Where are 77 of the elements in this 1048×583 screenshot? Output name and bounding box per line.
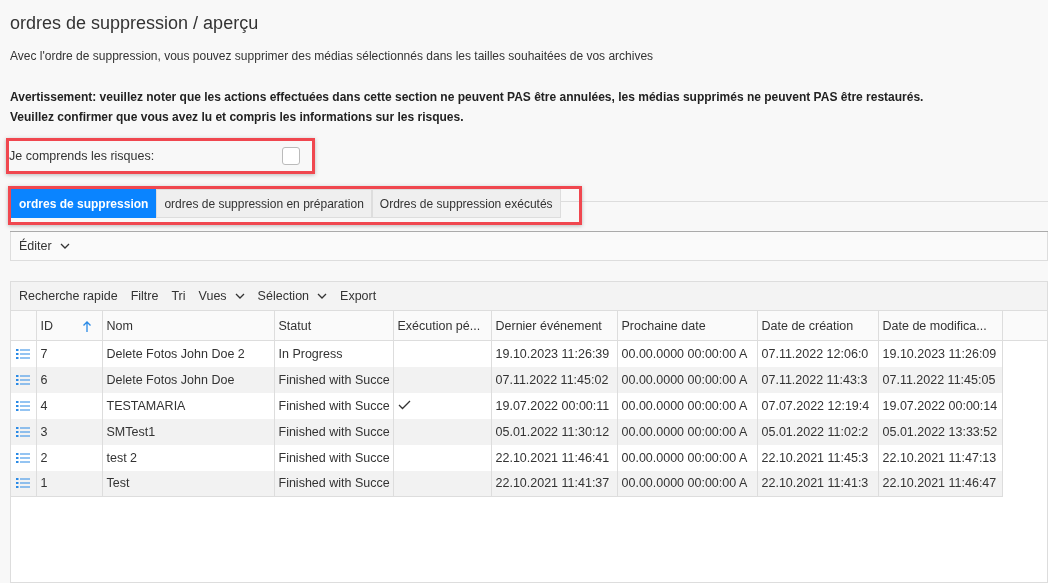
table-cell: 07.11.2022 11:45:02 (491, 366, 617, 393)
toolbar-button[interactable]: Export (334, 287, 383, 305)
tab[interactable]: Ordres de suppression exécutés (371, 189, 561, 218)
dropdown-button[interactable]: Sélection (251, 287, 334, 305)
table-cell: Finished with Succe (274, 392, 393, 419)
table-cell: Finished with Succe (274, 418, 393, 445)
list-icon (16, 347, 30, 360)
caret-icon (234, 293, 245, 299)
column-header[interactable]: Date de modifica... (878, 311, 1002, 341)
toolbar-button[interactable]: Recherche rapide (13, 287, 124, 305)
tab[interactable]: ordres de suppression (11, 189, 157, 218)
table-cell: 2 (36, 444, 102, 471)
edit-menu-button[interactable]: Éditer (13, 237, 76, 255)
warning-text: Veuillez confirmer que vous avez lu et compris les informations sur les risques. (10, 110, 465, 124)
list-icon (16, 451, 30, 464)
table-cell: Finished with Succe (274, 470, 393, 497)
table-cell: 05.01.2022 11:02:2 (757, 418, 878, 445)
toolbar-button[interactable]: Filtre (124, 287, 165, 305)
table-cell: 07.11.2022 12:06:0 (757, 340, 878, 367)
table-cell: 00.00.0000 00:00:00 A (617, 470, 757, 497)
table-cell: 05.01.2022 11:30:12 (491, 418, 617, 445)
table-cell: Finished with Succe (274, 444, 393, 471)
column-header[interactable]: Statut (274, 311, 393, 341)
page-title: ordres de suppression / aperçu (10, 13, 260, 34)
column-header[interactable]: Dernier événement (491, 311, 617, 341)
table-cell: test 2 (102, 444, 274, 471)
sort-arrow-icon (81, 320, 92, 333)
checkmark-icon (397, 399, 411, 410)
list-icon (16, 399, 30, 412)
column-header[interactable]: Date de création (757, 311, 878, 341)
table-cell: 00.00.0000 00:00:00 A (617, 418, 757, 445)
description-text: Avec l'ordre de suppression, vous pouvez supprimer des médias sélectionnés dans les tailles souhaitées de vos archives (10, 49, 655, 63)
table-cell: 00.00.0000 00:00:00 A (617, 340, 757, 367)
table-cell: In Progress (274, 340, 393, 367)
table-cell: 19.07.2022 00:00:14 (878, 392, 1002, 419)
caret-icon (317, 293, 328, 299)
table-cell: Finished with Succe (274, 366, 393, 393)
table-cell: 22.10.2021 11:46:47 (878, 470, 1002, 497)
list-icon (16, 425, 30, 438)
table-cell: 22.10.2021 11:41:3 (757, 470, 878, 497)
table-cell: 3 (36, 418, 102, 445)
dropdown-button[interactable]: Vues (192, 287, 251, 305)
caret-icon (59, 243, 70, 249)
table-cell: 22.10.2021 11:45:3 (757, 444, 878, 471)
table-cell: 07.11.2022 11:45:05 (878, 366, 1002, 393)
table-cell: 4 (36, 392, 102, 419)
risk-checkbox[interactable] (282, 147, 300, 165)
table-cell: TESTAMARIA (102, 392, 274, 419)
table-cell: 00.00.0000 00:00:00 A (617, 444, 757, 471)
table-cell: 7 (36, 340, 102, 367)
table-cell: Delete Fotos John Doe 2 (102, 340, 274, 367)
column-header[interactable]: Prochaine date (617, 311, 757, 341)
table-cell: Delete Fotos John Doe (102, 366, 274, 393)
tab[interactable]: ordres de suppression en préparation (156, 189, 372, 218)
warning-text: Avertissement: veuillez noter que les actions effectuées dans cette section ne peuvent PAS être annulées, les médias supprimés ne peuvent PAS être restaurés. (10, 90, 925, 104)
table-cell: 00.00.0000 00:00:00 A (617, 366, 757, 393)
table-cell: Test (102, 470, 274, 497)
table-cell: 07.11.2022 11:43:3 (757, 366, 878, 393)
table-cell: 19.07.2022 00:00:11 (491, 392, 617, 419)
list-icon (16, 477, 30, 490)
table-cell: 00.00.0000 00:00:00 A (617, 392, 757, 419)
table-cell: 22.10.2021 11:46:41 (491, 444, 617, 471)
table-cell: 6 (36, 366, 102, 393)
table-cell: 22.10.2021 11:47:13 (878, 444, 1002, 471)
toolbar-button[interactable]: Tri (165, 287, 192, 305)
column-header[interactable]: Nom (102, 311, 274, 341)
table-cell: SMTest1 (102, 418, 274, 445)
column-header[interactable]: ID (36, 311, 102, 341)
table-cell: 07.07.2022 12:19:4 (757, 392, 878, 419)
table-cell: 19.10.2023 11:26:09 (878, 340, 1002, 367)
table-cell: 1 (36, 470, 102, 497)
list-icon (16, 373, 30, 386)
checkbox-label: Je comprends les risques: (9, 149, 155, 163)
table-cell: 19.10.2023 11:26:39 (491, 340, 617, 367)
column-header[interactable]: Exécution pé... (393, 311, 491, 341)
table-cell: 05.01.2022 13:33:52 (878, 418, 1002, 445)
table-cell: 22.10.2021 11:41:37 (491, 470, 617, 497)
